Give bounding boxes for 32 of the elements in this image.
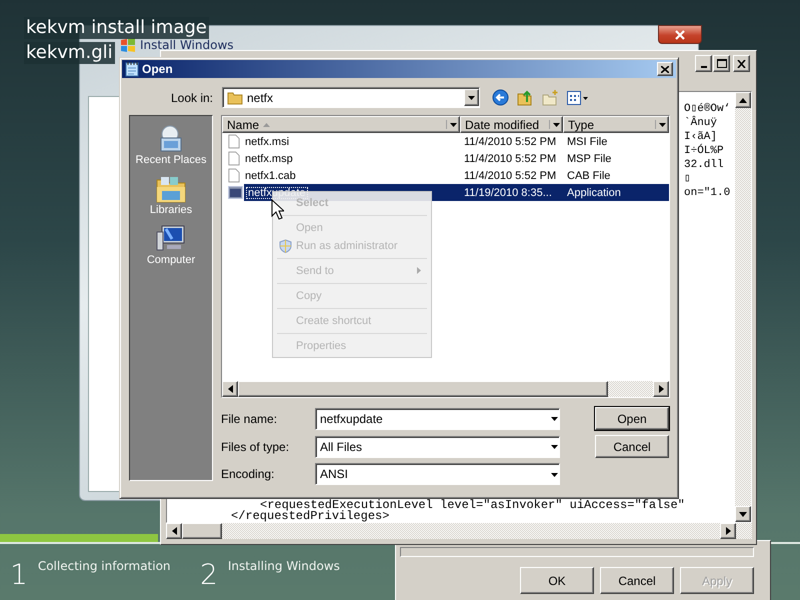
step-number: 1 — [10, 558, 28, 591]
field-label: Look in: — [170, 90, 213, 104]
field-label: Files of type: — [221, 440, 290, 454]
step-number: 2 — [200, 558, 218, 591]
code-line: I÷ÓL%P — [684, 146, 725, 157]
file-date: 11/19/2010 8:35... — [463, 186, 553, 198]
overlay-caption: kekvm.gli — [24, 42, 115, 64]
file-date: 11/4/2010 5:52 PM — [463, 152, 558, 164]
file-name: netfx.msp — [244, 152, 294, 164]
overlay-caption: kekvm install image — [24, 17, 209, 39]
file-type: Application — [566, 186, 622, 198]
code-line: 32.dll — [684, 160, 725, 171]
dialog-title: Open — [142, 62, 174, 76]
file-date: 11/4/2010 5:52 PM — [463, 136, 558, 148]
code-line: I‹ãA] — [684, 132, 718, 143]
file-type: MSP File — [566, 152, 612, 164]
file-name: netfx1.cab — [244, 170, 297, 182]
code-line: ▯ — [684, 174, 692, 185]
code-line: `Ânuÿ — [684, 118, 718, 129]
code-line: </requestedPrivileges> — [230, 511, 390, 522]
step-label: Installing Windows — [228, 559, 340, 573]
file-type: CAB File — [566, 170, 612, 182]
file-type: MSI File — [566, 136, 608, 148]
field-label: Encoding: — [221, 467, 276, 481]
code-line: <requestedExecutionLevel level="asInvoker" uiAccess="false" — [260, 500, 686, 511]
code-line: O▯é®Ow‘ — [684, 104, 732, 115]
file-date: 11/4/2010 5:52 PM — [463, 170, 558, 182]
code-line: on="1.0 — [684, 188, 732, 199]
field-label: File name: — [221, 412, 278, 426]
step-label: Collecting information — [38, 559, 171, 573]
file-name: netfx.msi — [244, 136, 290, 148]
window-title: Install Windows — [140, 38, 234, 52]
